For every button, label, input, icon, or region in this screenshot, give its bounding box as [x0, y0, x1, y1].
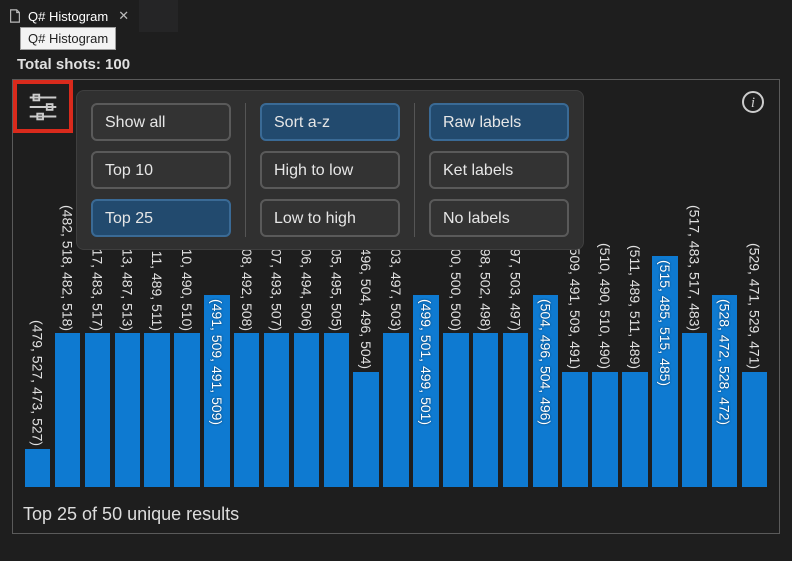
bar-label: (511, 489, 511, 489)	[627, 241, 643, 369]
bar[interactable]: (496, 504, 496, 504)	[353, 256, 378, 487]
tab-title: Q# Histogram	[28, 9, 108, 24]
labels-option-2[interactable]: No labels	[429, 199, 569, 237]
labels-option-0[interactable]: Raw labels	[429, 103, 569, 141]
settings-button[interactable]	[13, 80, 73, 133]
bar-label: (528, 472, 528, 472)	[717, 295, 733, 425]
bar[interactable]: (492, 508, 492, 508)	[234, 256, 259, 487]
bar[interactable]: (479, 527, 473, 527)	[25, 256, 50, 487]
bar[interactable]: (491, 509, 491, 509)	[204, 256, 229, 487]
bar[interactable]: (509, 491, 509, 491)	[562, 256, 587, 487]
bar-label: (479, 527, 473, 527)	[30, 316, 46, 446]
histogram-panel: i Show all Top 10 Top 25 Sort a-z High to l…	[12, 79, 780, 534]
bar[interactable]: (528, 472, 528, 472)	[712, 256, 737, 487]
bar[interactable]: (504, 496, 504, 496)	[533, 256, 558, 487]
close-icon[interactable]: ✕	[118, 8, 129, 24]
bar[interactable]: (500, 500, 500, 500)	[443, 256, 468, 487]
info-icon: i	[741, 90, 765, 114]
histogram-options-popover: Show all Top 10 Top 25 Sort a-z High to low…	[76, 90, 584, 250]
bar[interactable]: (510, 490, 510, 490)	[592, 256, 617, 487]
bar-label: (482, 518, 482, 518)	[60, 201, 76, 331]
filter-option-1[interactable]: Top 10	[91, 151, 231, 189]
total-shots-label: Total shots: 100	[0, 52, 792, 77]
bar[interactable]: (497, 503, 497, 503)	[383, 256, 408, 487]
sliders-icon	[24, 88, 62, 126]
sort-option-2[interactable]: Low to high	[260, 199, 400, 237]
bar[interactable]: (511, 489, 511, 489)	[622, 256, 647, 487]
bar[interactable]: (499, 501, 499, 501)	[413, 256, 438, 487]
svg-text:i: i	[751, 95, 755, 111]
filter-option-0[interactable]: Show all	[91, 103, 231, 141]
bar-label: (510, 490, 510, 490)	[597, 239, 613, 369]
bar-label: (517, 483, 517, 483)	[687, 201, 703, 331]
bar[interactable]: (482, 518, 482, 518)	[55, 256, 80, 487]
bar[interactable]: (529, 471, 529, 471)	[742, 256, 767, 487]
bar[interactable]: (487, 513, 487, 513)	[115, 256, 140, 487]
sort-option-0[interactable]: Sort a-z	[260, 103, 400, 141]
bar[interactable]: (493, 507, 493, 507)	[264, 256, 289, 487]
bar-label: (529, 471, 529, 471)	[746, 239, 762, 369]
bar-label: (515, 485, 515, 485)	[657, 256, 673, 386]
bar[interactable]: (515, 485, 515, 485)	[652, 256, 677, 487]
bar-label: (509, 491, 509, 491)	[567, 239, 583, 369]
filter-option-2[interactable]: Top 25	[91, 199, 231, 237]
bar[interactable]: (483, 517, 483, 517)	[85, 256, 110, 487]
bar[interactable]: (490, 510, 490, 510)	[174, 256, 199, 487]
bar[interactable]: (517, 483, 517, 483)	[682, 256, 707, 487]
bar[interactable]: (494, 506, 494, 506)	[294, 256, 319, 487]
bar-label: (491, 509, 491, 509)	[209, 295, 225, 425]
labels-option-1[interactable]: Ket labels	[429, 151, 569, 189]
bar[interactable]: (489, 511, 489, 511)	[144, 256, 169, 487]
tab-tooltip: Q# Histogram	[20, 27, 116, 50]
histogram-summary: Top 25 of 50 unique results	[23, 504, 239, 525]
bar[interactable]: (502, 498, 502, 498)	[473, 256, 498, 487]
bar-label: (504, 496, 504, 496)	[537, 295, 553, 425]
bar-label: (499, 501, 499, 501)	[418, 295, 434, 425]
histogram-chart: (479, 527, 473, 527) (482, 518, 482, 518)…	[25, 256, 767, 487]
file-icon	[8, 9, 22, 23]
bar-label: (496, 504, 496, 504)	[358, 239, 374, 369]
bar[interactable]: (503, 497, 503, 497)	[503, 256, 528, 487]
bar[interactable]: (495, 505, 495, 505)	[324, 256, 349, 487]
info-button[interactable]: i	[741, 90, 765, 114]
sort-option-1[interactable]: High to low	[260, 151, 400, 189]
